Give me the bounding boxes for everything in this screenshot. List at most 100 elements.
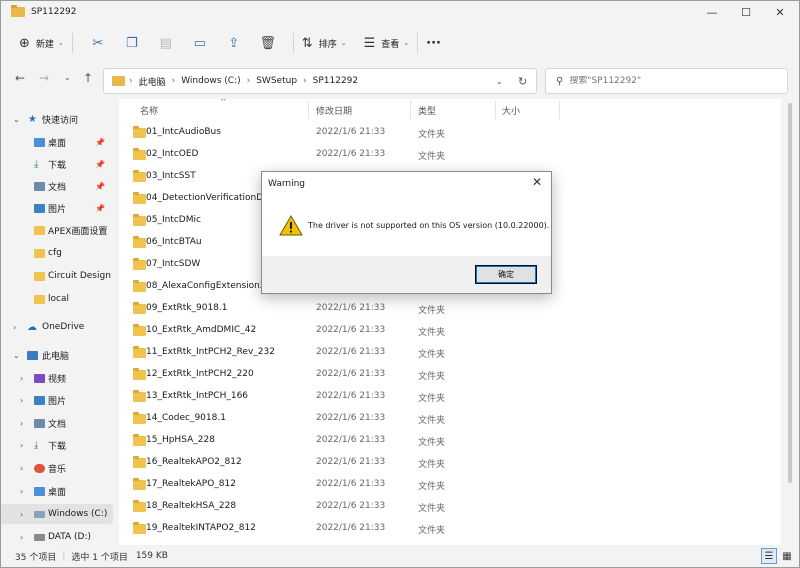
- breadcrumb-drive-c[interactable]: Windows (C:): [181, 76, 240, 86]
- sidebar-item-local[interactable]: local: [1, 289, 113, 309]
- more-options-button[interactable]: ···: [426, 31, 441, 55]
- share-button[interactable]: ⇪: [217, 31, 251, 55]
- sidebar-item-music[interactable]: › 音乐: [1, 458, 113, 478]
- view-button[interactable]: ☰ 查看 ⌄: [364, 31, 410, 55]
- address-dropdown-icon[interactable]: ⌄: [496, 77, 503, 86]
- file-type: 文件夹: [418, 394, 446, 404]
- breadcrumb-sp112292[interactable]: SP112292: [313, 76, 359, 86]
- forward-arrow-icon[interactable]: →: [39, 71, 49, 85]
- address-bar[interactable]: › 此电脑 › Windows (C:) › SWSetup › SP11229…: [103, 68, 537, 94]
- desktop-icon: [34, 486, 45, 496]
- folder-icon: [133, 214, 146, 226]
- sidebar-item-quick-access[interactable]: ⌄ ★ 快速访问: [1, 109, 113, 129]
- toolbar-divider: [417, 33, 419, 53]
- chevron-right-icon[interactable]: ›: [20, 487, 23, 496]
- sidebar-item-drive-c[interactable]: › Windows (C:): [1, 504, 113, 524]
- rename-button[interactable]: ▭: [183, 31, 217, 55]
- sidebar-item-cfg[interactable]: cfg: [1, 243, 113, 263]
- sidebar-item-desktop[interactable]: 桌面 📌: [1, 132, 113, 152]
- sidebar-item-pc-documents[interactable]: › 文档: [1, 413, 113, 433]
- chevron-right-icon[interactable]: ›: [20, 464, 23, 473]
- chevron-right-icon[interactable]: ›: [20, 419, 23, 428]
- file-row[interactable]: 01_IntcAudioBus 2022/1/6 21:33 文件夹: [119, 122, 781, 144]
- sidebar-item-apex[interactable]: APEX画面设置: [1, 220, 113, 240]
- column-header-date[interactable]: 修改日期: [316, 99, 406, 121]
- search-input[interactable]: [569, 76, 770, 86]
- window-title: SP112292: [31, 7, 77, 17]
- search-box[interactable]: ⚲: [545, 68, 788, 94]
- chevron-right-icon[interactable]: ›: [20, 441, 23, 450]
- up-arrow-icon[interactable]: ↑: [83, 71, 93, 85]
- file-type: 文件夹: [418, 306, 446, 316]
- file-row[interactable]: 16_RealtekAPO2_812 2022/1/6 21:33 文件夹: [119, 452, 781, 474]
- sidebar-item-drive-d[interactable]: › DATA (D:): [1, 527, 113, 545]
- chevron-right-icon[interactable]: ›: [20, 510, 23, 519]
- file-row[interactable]: 09_ExtRtk_9018.1 2022/1/6 21:33 文件夹: [119, 298, 781, 320]
- sidebar-item-circuit-design[interactable]: Circuit Design: [1, 266, 113, 286]
- column-header-size[interactable]: 大小: [502, 99, 562, 121]
- sidebar-item-this-pc[interactable]: ⌄ 此电脑: [1, 345, 113, 365]
- details-view-icon[interactable]: ☰: [761, 548, 777, 564]
- chevron-down-icon[interactable]: ⌄: [13, 115, 20, 124]
- sidebar-item-pc-downloads[interactable]: › ⤓ 下载: [1, 435, 113, 455]
- file-explorer-window: SP112292 — ☐ ✕ ⊕ 新建 ⌄ ✂ ❐ ▤ ▭ ⇪ 🗑 ⇅ 排序 ⌄…: [0, 0, 800, 568]
- column-header-name[interactable]: 名称: [140, 99, 310, 121]
- sidebar-item-onedrive[interactable]: › ☁ OneDrive: [1, 317, 113, 337]
- copy-button[interactable]: ❐: [115, 31, 149, 55]
- file-row[interactable]: 17_RealtekAPO_812 2022/1/6 21:33 文件夹: [119, 474, 781, 496]
- cut-button[interactable]: ✂: [81, 31, 115, 55]
- rename-icon: ▭: [193, 35, 206, 51]
- sort-button[interactable]: ⇅ 排序 ⌄: [302, 31, 347, 55]
- chevron-right-icon[interactable]: ›: [20, 533, 23, 542]
- file-row[interactable]: 12_ExtRtk_IntPCH2_220 2022/1/6 21:33 文件夹: [119, 364, 781, 386]
- file-date: 2022/1/6 21:33: [316, 325, 386, 335]
- column-divider[interactable]: [308, 101, 309, 119]
- new-button[interactable]: ⊕ 新建 ⌄: [19, 31, 64, 55]
- chevron-right-icon[interactable]: ›: [20, 374, 23, 383]
- close-button[interactable]: ✕: [763, 1, 797, 23]
- recent-chevron-icon[interactable]: ⌄: [64, 73, 71, 82]
- folder-icon: [133, 412, 146, 424]
- sidebar-label: 桌面: [48, 487, 67, 498]
- file-row[interactable]: 10_ExtRtk_AmdDMIC_42 2022/1/6 21:33 文件夹: [119, 320, 781, 342]
- file-row[interactable]: 02_IntcOED 2022/1/6 21:33 文件夹: [119, 144, 781, 166]
- file-row[interactable]: 13_ExtRtk_IntPCH_166 2022/1/6 21:33 文件夹: [119, 386, 781, 408]
- column-divider[interactable]: [559, 101, 560, 119]
- sidebar-item-documents[interactable]: 文档 📌: [1, 176, 113, 196]
- search-icon: ⚲: [556, 75, 564, 87]
- scrollbar-thumb[interactable]: [788, 103, 792, 483]
- sidebar-item-downloads[interactable]: ⤓ 下载 📌: [1, 154, 113, 174]
- file-row[interactable]: 14_Codec_9018.1 2022/1/6 21:33 文件夹: [119, 408, 781, 430]
- maximize-button[interactable]: ☐: [729, 1, 763, 23]
- file-row[interactable]: 19_RealtekINTAPO2_812 2022/1/6 21:33 文件夹: [119, 518, 781, 540]
- sidebar-item-pc-desktop[interactable]: › 桌面: [1, 481, 113, 501]
- back-arrow-icon[interactable]: ←: [15, 71, 25, 85]
- column-divider[interactable]: [495, 101, 496, 119]
- dialog-close-button[interactable]: ✕: [529, 175, 545, 189]
- column-header-type[interactable]: 类型: [418, 99, 488, 121]
- file-name: 11_ExtRtk_IntPCH2_Rev_232: [146, 347, 275, 357]
- pin-icon: 📌: [95, 159, 105, 169]
- minimize-button[interactable]: —: [695, 1, 729, 23]
- pin-icon: 📌: [95, 181, 105, 191]
- delete-button[interactable]: 🗑: [251, 31, 285, 55]
- item-count: 35 个项目: [15, 552, 57, 563]
- sidebar-item-pc-pictures[interactable]: › 图片: [1, 390, 113, 410]
- file-date: 2022/1/6 21:33: [316, 347, 386, 357]
- file-row[interactable]: 18_RealtekHSA_228 2022/1/6 21:33 文件夹: [119, 496, 781, 518]
- refresh-icon[interactable]: ↻: [518, 75, 527, 88]
- chevron-right-icon[interactable]: ›: [13, 323, 16, 332]
- tiles-view-icon[interactable]: ▦: [779, 548, 795, 564]
- breadcrumb-this-pc[interactable]: 此电脑: [139, 75, 166, 88]
- ok-button[interactable]: 确定: [475, 265, 537, 284]
- file-row[interactable]: 11_ExtRtk_IntPCH2_Rev_232 2022/1/6 21:33 文…: [119, 342, 781, 364]
- sidebar-item-videos[interactable]: › 视频: [1, 368, 113, 388]
- chevron-right-icon[interactable]: ›: [20, 396, 23, 405]
- chevron-down-icon[interactable]: ⌄: [13, 351, 20, 360]
- paste-button[interactable]: ▤: [149, 31, 183, 55]
- file-row[interactable]: 15_HpHSA_228 2022/1/6 21:33 文件夹: [119, 430, 781, 452]
- column-divider[interactable]: [410, 101, 411, 119]
- vertical-scrollbar[interactable]: [781, 99, 799, 545]
- sidebar-item-pictures[interactable]: 图片 📌: [1, 198, 113, 218]
- breadcrumb-swsetup[interactable]: SWSetup: [256, 76, 297, 86]
